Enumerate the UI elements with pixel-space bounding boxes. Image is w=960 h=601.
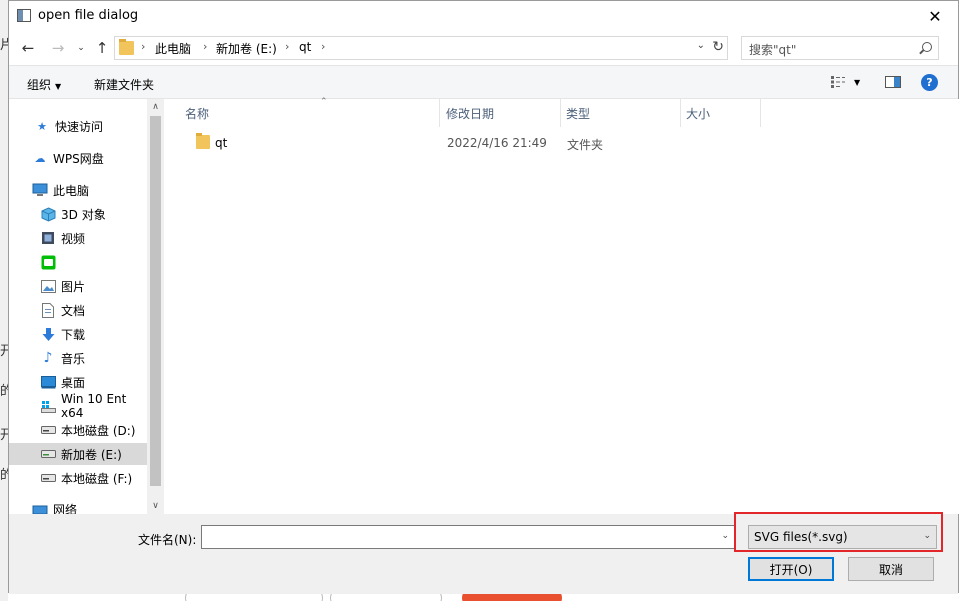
star-icon: ★ <box>37 119 47 133</box>
sidebar-item-wps-cloud[interactable]: ☁ WPS网盘 <box>9 147 147 169</box>
address-bar[interactable]: › 此电脑 › 新加卷 (E:) › qt › ⌄ ↻ <box>114 36 728 60</box>
file-modified: 2022/4/16 21:49 <box>447 136 547 150</box>
file-dialog: open file dialog ✕ ← → ⌄ ↑ › 此电脑 › 新加卷 (… <box>8 0 959 594</box>
scrollbar-thumb[interactable] <box>150 116 161 486</box>
up-arrow-icon[interactable]: ↑ <box>91 37 113 59</box>
file-type-value: SVG files(*.svg) <box>754 530 848 544</box>
drive-icon <box>40 398 56 414</box>
sidebar-item-drive-e[interactable]: 新加卷 (E:) <box>9 443 147 465</box>
breadcrumb-separator-icon[interactable]: › <box>285 40 289 53</box>
address-dropdown-chevron-icon[interactable]: ⌄ <box>697 40 705 51</box>
window-title: open file dialog <box>38 8 139 23</box>
network-icon <box>32 501 48 514</box>
scroll-up-arrow-icon[interactable]: ∧ <box>147 99 164 115</box>
folder-icon <box>196 133 210 149</box>
search-placeholder: 搜索"qt" <box>749 43 797 57</box>
breadcrumb-separator-icon[interactable]: › <box>203 40 207 53</box>
search-icon[interactable] <box>922 42 932 52</box>
filename-label: 文件名(N): <box>138 533 197 547</box>
sidebar-item-pictures[interactable]: 图片 <box>9 275 147 297</box>
sidebar-item-this-pc[interactable]: 此电脑 <box>9 179 147 201</box>
folder-icon <box>119 39 134 55</box>
navigation-pane: ★ 快速访问 ☁ WPS网盘 此电脑 3D 对象 视频 图片 文档 下载 ♪ 音乐 <box>9 99 164 514</box>
column-header-modified[interactable]: 修改日期 <box>441 99 561 127</box>
drive-icon <box>40 422 56 438</box>
title-bar: open file dialog ✕ <box>9 1 958 32</box>
cube-icon <box>40 206 56 222</box>
sort-ascending-icon: ⌃ <box>320 97 328 107</box>
open-button[interactable]: 打开(O) <box>748 557 834 581</box>
new-folder-button[interactable]: 新建文件夹 <box>94 76 154 93</box>
file-row[interactable]: qt 2022/4/16 21:49 文件夹 <box>165 132 959 154</box>
background-app <box>0 0 8 601</box>
sidebar-item-iqiyi[interactable] <box>9 251 147 273</box>
sidebar-item-documents[interactable]: 文档 <box>9 299 147 321</box>
refresh-icon[interactable]: ↻ <box>712 39 724 55</box>
breadcrumb-separator-icon[interactable]: › <box>321 40 325 53</box>
background-text-fragment: 片 <box>0 38 8 53</box>
sidebar-item-quick-access[interactable]: ★ 快速访问 <box>9 115 147 137</box>
scroll-down-arrow-icon[interactable]: ∨ <box>147 498 164 514</box>
file-list: ⌃ 名称 修改日期 类型 大小 qt 2022/4/16 21:49 文件夹 <box>165 97 959 514</box>
close-button[interactable]: ✕ <box>912 1 958 32</box>
music-icon: ♪ <box>43 350 53 366</box>
file-type-select[interactable]: SVG files(*.svg) ⌄ <box>748 525 937 549</box>
filename-dropdown-chevron-icon[interactable]: ⌄ <box>721 531 729 541</box>
sidebar-item-videos[interactable]: 视频 <box>9 227 147 249</box>
organize-menu-button[interactable]: 组织 ▼ <box>27 76 61 93</box>
sidebar-item-win10-drive[interactable]: Win 10 Ent x64 <box>9 392 147 420</box>
breadcrumb-qt[interactable]: qt <box>299 40 311 54</box>
preview-pane-icon[interactable] <box>885 76 901 88</box>
file-name: qt <box>215 136 228 150</box>
back-arrow-icon[interactable]: ← <box>17 37 39 59</box>
breadcrumb-this-pc[interactable]: 此电脑 <box>155 40 191 57</box>
command-bar: 组织 ▼ 新建文件夹 ▼ ? <box>9 65 958 99</box>
file-type: 文件夹 <box>567 138 604 152</box>
filename-input[interactable]: ⌄ <box>201 525 735 549</box>
drive-icon <box>40 470 56 486</box>
search-box[interactable]: 搜索"qt" <box>741 36 939 60</box>
view-options-icon[interactable] <box>831 76 847 88</box>
sidebar-item-music[interactable]: ♪ 音乐 <box>9 347 147 369</box>
sidebar-item-drive-f[interactable]: 本地磁盘 (F:) <box>9 467 147 489</box>
background-text-fragment: 开 <box>0 428 8 443</box>
column-header-size[interactable]: 大小 <box>681 99 761 127</box>
breadcrumb-drive-e[interactable]: 新加卷 (E:) <box>216 40 277 57</box>
cancel-button[interactable]: 取消 <box>848 557 934 581</box>
view-caret-down-icon[interactable]: ▼ <box>854 78 860 87</box>
background-text-fragment: 开 <box>0 344 8 359</box>
footer-bar: 文件名(N): ⌄ SVG files(*.svg) ⌄ 打开(O) 取消 <box>9 512 958 594</box>
sidebar-item-drive-d[interactable]: 本地磁盘 (D:) <box>9 419 147 441</box>
background-text-fragment: 的 <box>0 384 8 399</box>
iqiyi-icon <box>40 254 56 270</box>
film-icon <box>40 230 56 246</box>
background-text-fragment: 的 <box>0 468 8 483</box>
sidebar-item-desktop[interactable]: 桌面 <box>9 371 147 393</box>
sidebar-item-3d-objects[interactable]: 3D 对象 <box>9 203 147 225</box>
window-icon <box>17 9 31 22</box>
navigation-bar: ← → ⌄ ↑ › 此电脑 › 新加卷 (E:) › qt › ⌄ ↻ 搜索"q… <box>9 32 958 65</box>
forward-arrow-icon[interactable]: → <box>47 37 69 59</box>
column-header-name[interactable]: ⌃ 名称 <box>180 97 440 127</box>
desktop-icon <box>40 374 56 390</box>
picture-icon <box>40 278 56 294</box>
file-type-chevron-down-icon[interactable]: ⌄ <box>923 531 931 541</box>
sidebar-item-downloads[interactable]: 下载 <box>9 323 147 345</box>
cloud-icon: ☁ <box>34 151 46 165</box>
download-icon <box>40 326 56 342</box>
recent-locations-chevron-icon[interactable]: ⌄ <box>70 37 92 59</box>
document-icon <box>40 302 56 318</box>
breadcrumb-separator-icon[interactable]: › <box>141 40 145 53</box>
drive-icon <box>40 446 56 462</box>
help-icon[interactable]: ? <box>921 74 938 91</box>
sidebar-item-network[interactable]: 网络 <box>9 498 147 514</box>
column-header-type[interactable]: 类型 <box>561 99 681 127</box>
caret-down-icon: ▼ <box>55 82 62 91</box>
sidebar-scrollbar[interactable]: ∧ ∨ <box>147 99 164 514</box>
computer-icon <box>32 182 48 198</box>
